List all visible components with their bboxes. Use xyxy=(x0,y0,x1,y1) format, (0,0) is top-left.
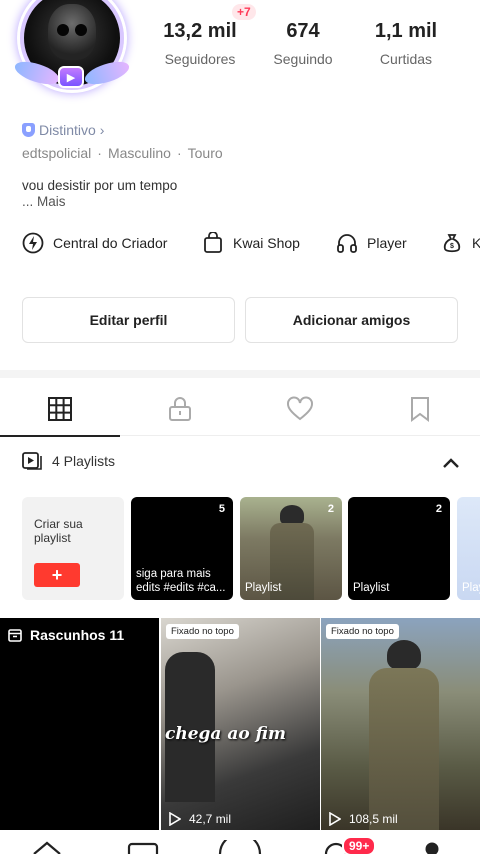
profile-meta: edtspolicial · Masculino · Touro xyxy=(22,145,223,161)
bookmark-icon xyxy=(411,397,429,422)
pinned-badge: Fixado no topo xyxy=(166,624,239,639)
playlist-count: 2 xyxy=(435,503,442,515)
play-icon xyxy=(329,812,341,826)
drafts-label: Rascunhos 11 xyxy=(30,627,125,643)
playlist-count: 2 xyxy=(327,503,334,515)
profile-tabs xyxy=(0,382,480,437)
home-icon[interactable] xyxy=(32,840,62,854)
video-overlay-text: chega ao fim xyxy=(165,724,286,744)
skull-image xyxy=(48,4,96,60)
video-thumbnail[interactable]: Fixado no topo chega ao fim 42,7 mil xyxy=(161,618,320,830)
kwai-shop-label: Kwai Shop xyxy=(233,235,300,251)
playlists-row: Criar sua playlist + 5 siga para mais ed… xyxy=(0,497,480,600)
followers-count: 13,2 mil xyxy=(163,20,237,42)
profile-icon[interactable] xyxy=(424,841,440,854)
section-divider xyxy=(0,370,480,378)
pinned-badge: Fixado no topo xyxy=(326,624,399,639)
following-label: Seguindo xyxy=(273,51,333,67)
shortcut-row: Central do Criador Kwai Shop Player $ K xyxy=(0,232,480,262)
tab-private[interactable] xyxy=(120,382,240,436)
play-icon xyxy=(169,812,181,826)
tab-saved[interactable] xyxy=(360,382,480,436)
view-count-value: 108,5 mil xyxy=(349,812,398,826)
creator-center-label: Central do Criador xyxy=(53,235,168,251)
shield-icon xyxy=(22,123,35,137)
playlist-card[interactable]: Play xyxy=(457,497,480,600)
playlist-icon xyxy=(22,452,42,470)
playlist-caption: Play xyxy=(462,582,480,594)
zodiac-sign: Touro xyxy=(187,145,223,161)
avatar[interactable]: ▶ xyxy=(12,0,132,106)
discover-icon[interactable] xyxy=(127,840,159,854)
video-grid: Rascunhos 11 Fixado no topo chega ao fim… xyxy=(0,618,480,830)
chevron-up-icon[interactable] xyxy=(442,456,460,470)
playlist-card[interactable]: 2 Playlist xyxy=(240,497,342,600)
lock-icon xyxy=(169,397,191,421)
badge-link[interactable]: Distintivo › xyxy=(22,122,104,138)
followers-label: Seguidores xyxy=(164,51,236,67)
bio: vou desistir por um tempo ... Mais xyxy=(22,178,177,210)
player-label: Player xyxy=(367,235,407,251)
lightning-icon xyxy=(22,232,44,254)
playlists-header[interactable]: 4 Playlists xyxy=(22,452,115,470)
create-icon[interactable] xyxy=(218,840,262,854)
playlists-count: 4 Playlists xyxy=(52,453,116,469)
grid-icon xyxy=(48,397,72,421)
likes-label: Curtidas xyxy=(379,51,433,67)
heart-icon xyxy=(287,396,313,421)
following-stat[interactable]: 674 Seguindo xyxy=(268,20,338,67)
playlist-caption: siga para mais edits #edits #ca... xyxy=(136,568,226,594)
bottom-nav: 99+ xyxy=(0,830,480,854)
likes-stat[interactable]: 1,1 mil Curtidas xyxy=(370,20,442,67)
money-bag-icon: $ xyxy=(443,234,461,253)
earnings-label: K xyxy=(472,235,480,251)
bio-more-link[interactable]: ... Mais xyxy=(22,194,177,210)
chevron-right-icon: › xyxy=(99,122,105,138)
drafts-cell[interactable]: Rascunhos 11 xyxy=(0,618,159,830)
soldier-figure xyxy=(369,640,439,830)
new-followers-badge: +7 xyxy=(232,4,256,20)
video-thumbnail[interactable]: Fixado no topo 108,5 mil xyxy=(321,618,480,830)
creator-center-shortcut[interactable]: Central do Criador xyxy=(22,232,167,254)
headphones-icon xyxy=(337,234,357,253)
playlist-card[interactable]: 5 siga para mais edits #edits #ca... xyxy=(131,497,233,600)
view-count: 108,5 mil xyxy=(329,812,398,826)
shopping-bag-icon xyxy=(204,232,222,253)
followers-stat[interactable]: 13,2 mil Seguidores xyxy=(160,20,240,67)
likes-count: 1,1 mil xyxy=(374,20,438,42)
playlist-caption: Playlist xyxy=(353,582,390,594)
badge-label: Distintivo xyxy=(39,122,96,138)
drafts-box-icon xyxy=(8,628,22,642)
kwai-badge-icon: ▶ xyxy=(58,66,84,88)
username: edtspolicial xyxy=(22,145,92,161)
tab-posts[interactable] xyxy=(0,382,120,437)
view-count: 42,7 mil xyxy=(169,812,231,826)
svg-text:$: $ xyxy=(450,243,454,250)
playlist-caption: Playlist xyxy=(245,582,282,594)
create-playlist-card[interactable]: Criar sua playlist + xyxy=(22,497,124,600)
playlist-count: 5 xyxy=(218,503,225,515)
tab-likes[interactable] xyxy=(240,382,360,436)
gender: Masculino xyxy=(107,145,171,161)
view-count-value: 42,7 mil xyxy=(189,812,232,826)
playlist-card[interactable]: 2 Playlist xyxy=(348,497,450,600)
create-playlist-button[interactable]: + xyxy=(34,563,80,587)
player-shortcut[interactable]: Player xyxy=(336,232,407,254)
notifications-badge: 99+ xyxy=(342,836,377,854)
following-count: 674 xyxy=(286,20,320,42)
add-friends-button[interactable]: Adicionar amigos xyxy=(245,297,458,343)
edit-profile-button[interactable]: Editar perfil xyxy=(22,297,235,343)
bio-text: vou desistir por um tempo xyxy=(22,178,178,193)
earnings-shortcut[interactable]: $ K xyxy=(441,232,480,254)
kwai-shop-shortcut[interactable]: Kwai Shop xyxy=(202,232,300,254)
create-playlist-label: Criar sua playlist xyxy=(34,517,83,545)
